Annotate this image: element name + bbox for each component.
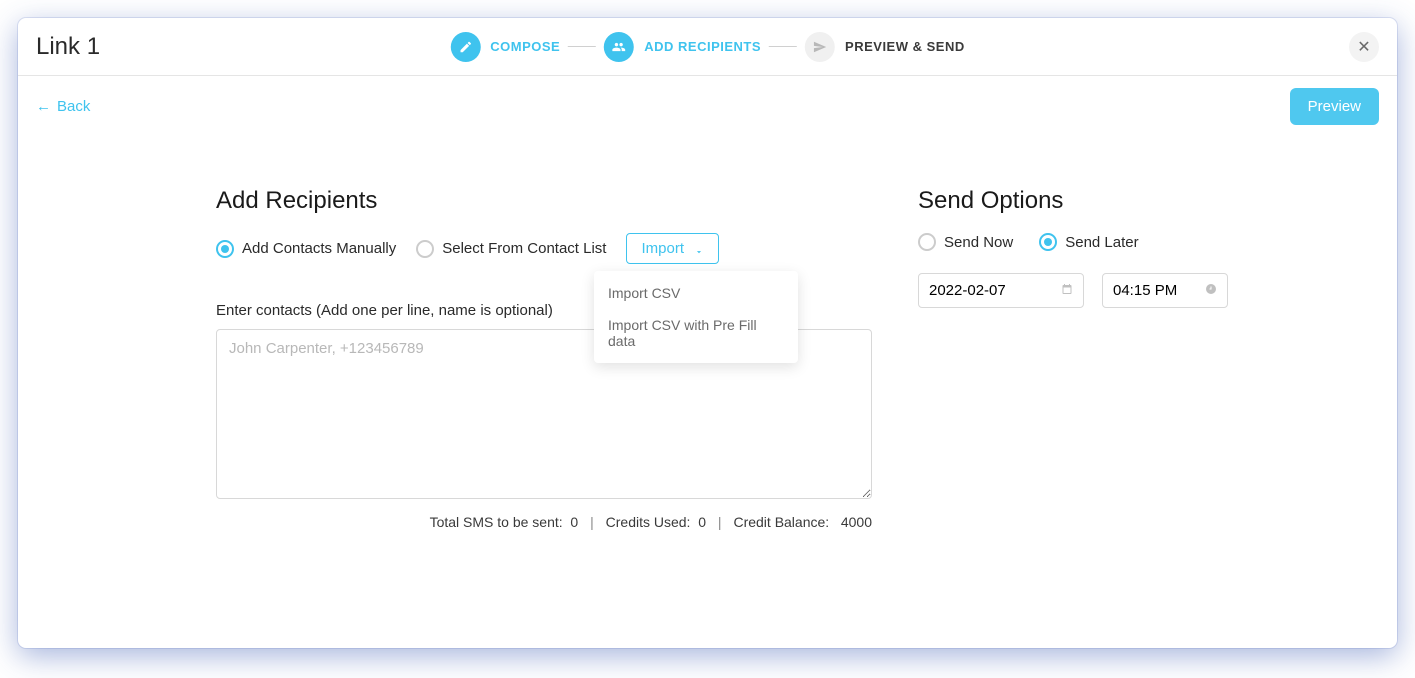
send-options-section: Send Options Send Now Send Later 2022-02… — [918, 187, 1248, 530]
content-area: Add Recipients Add Contacts Manually Sel… — [18, 137, 1397, 530]
import-label: Import — [641, 240, 684, 257]
back-link[interactable]: ← Back — [36, 98, 90, 115]
back-label: Back — [57, 98, 90, 115]
radio-select-list[interactable]: Select From Contact List — [416, 240, 606, 258]
radio-manual-label: Add Contacts Manually — [242, 240, 396, 257]
pencil-icon — [450, 32, 480, 62]
radio-icon — [416, 240, 434, 258]
preview-button[interactable]: Preview — [1290, 88, 1379, 125]
radio-icon — [216, 240, 234, 258]
date-value: 2022-02-07 — [929, 282, 1006, 299]
clock-icon — [1205, 283, 1217, 298]
step-compose[interactable]: COMPOSE — [450, 32, 560, 62]
recipients-title: Add Recipients — [216, 187, 888, 215]
step-preview-label: PREVIEW & SEND — [845, 39, 965, 54]
radio-icon — [1039, 233, 1057, 251]
credits-used-label: Credits Used: — [606, 514, 691, 530]
total-sms-label: Total SMS to be sent: — [430, 514, 563, 530]
step-add-recipients[interactable]: ADD RECIPIENTS — [604, 32, 761, 62]
dropdown-import-csv-prefill[interactable]: Import CSV with Pre Fill data — [594, 309, 798, 357]
stats-row: Total SMS to be sent: 0 | Credits Used: … — [216, 514, 872, 530]
arrow-left-icon: ← — [36, 98, 51, 115]
radio-send-now[interactable]: Send Now — [918, 233, 1013, 251]
radio-manual[interactable]: Add Contacts Manually — [216, 240, 396, 258]
import-button[interactable]: Import — [626, 233, 719, 264]
header-bar: Link 1 COMPOSE ADD RECIPIENTS PREV — [18, 18, 1397, 76]
modal-window: Link 1 COMPOSE ADD RECIPIENTS PREV — [18, 18, 1397, 648]
close-button[interactable]: ✕ — [1349, 32, 1379, 62]
credits-used-value: 0 — [698, 514, 706, 530]
users-icon — [604, 32, 634, 62]
separator: | — [590, 514, 594, 530]
time-input[interactable]: 04:15 PM — [1102, 273, 1228, 308]
total-sms-value: 0 — [570, 514, 578, 530]
date-input[interactable]: 2022-02-07 — [918, 273, 1084, 308]
send-timing-row: Send Now Send Later — [918, 233, 1248, 251]
send-now-label: Send Now — [944, 234, 1013, 251]
close-icon: ✕ — [1357, 37, 1370, 57]
recipients-mode-row: Add Contacts Manually Select From Contac… — [216, 233, 888, 264]
stepper: COMPOSE ADD RECIPIENTS PREVIEW & SEND — [450, 32, 964, 62]
step-preview-send[interactable]: PREVIEW & SEND — [805, 32, 965, 62]
dropdown-import-csv[interactable]: Import CSV — [594, 277, 798, 309]
radio-icon — [918, 233, 936, 251]
datetime-row: 2022-02-07 04:15 PM — [918, 273, 1248, 308]
step-compose-label: COMPOSE — [490, 39, 560, 54]
step-connector — [769, 46, 797, 47]
send-options-title: Send Options — [918, 187, 1248, 215]
step-recipients-label: ADD RECIPIENTS — [644, 39, 761, 54]
radio-select-list-label: Select From Contact List — [442, 240, 606, 257]
paper-plane-icon — [805, 32, 835, 62]
page-title: Link 1 — [36, 33, 100, 61]
time-value: 04:15 PM — [1113, 282, 1177, 299]
credit-balance-value: 4000 — [841, 514, 872, 530]
step-connector — [568, 46, 596, 47]
credit-balance-label: Credit Balance: — [733, 514, 829, 530]
calendar-icon — [1061, 283, 1073, 298]
import-dropdown: Import CSV Import CSV with Pre Fill data — [594, 271, 798, 363]
chevron-down-icon — [694, 244, 704, 254]
radio-send-later[interactable]: Send Later — [1039, 233, 1138, 251]
send-later-label: Send Later — [1065, 234, 1138, 251]
recipients-section: Add Recipients Add Contacts Manually Sel… — [216, 187, 888, 530]
separator: | — [718, 514, 722, 530]
subheader: ← Back Preview — [18, 76, 1397, 137]
